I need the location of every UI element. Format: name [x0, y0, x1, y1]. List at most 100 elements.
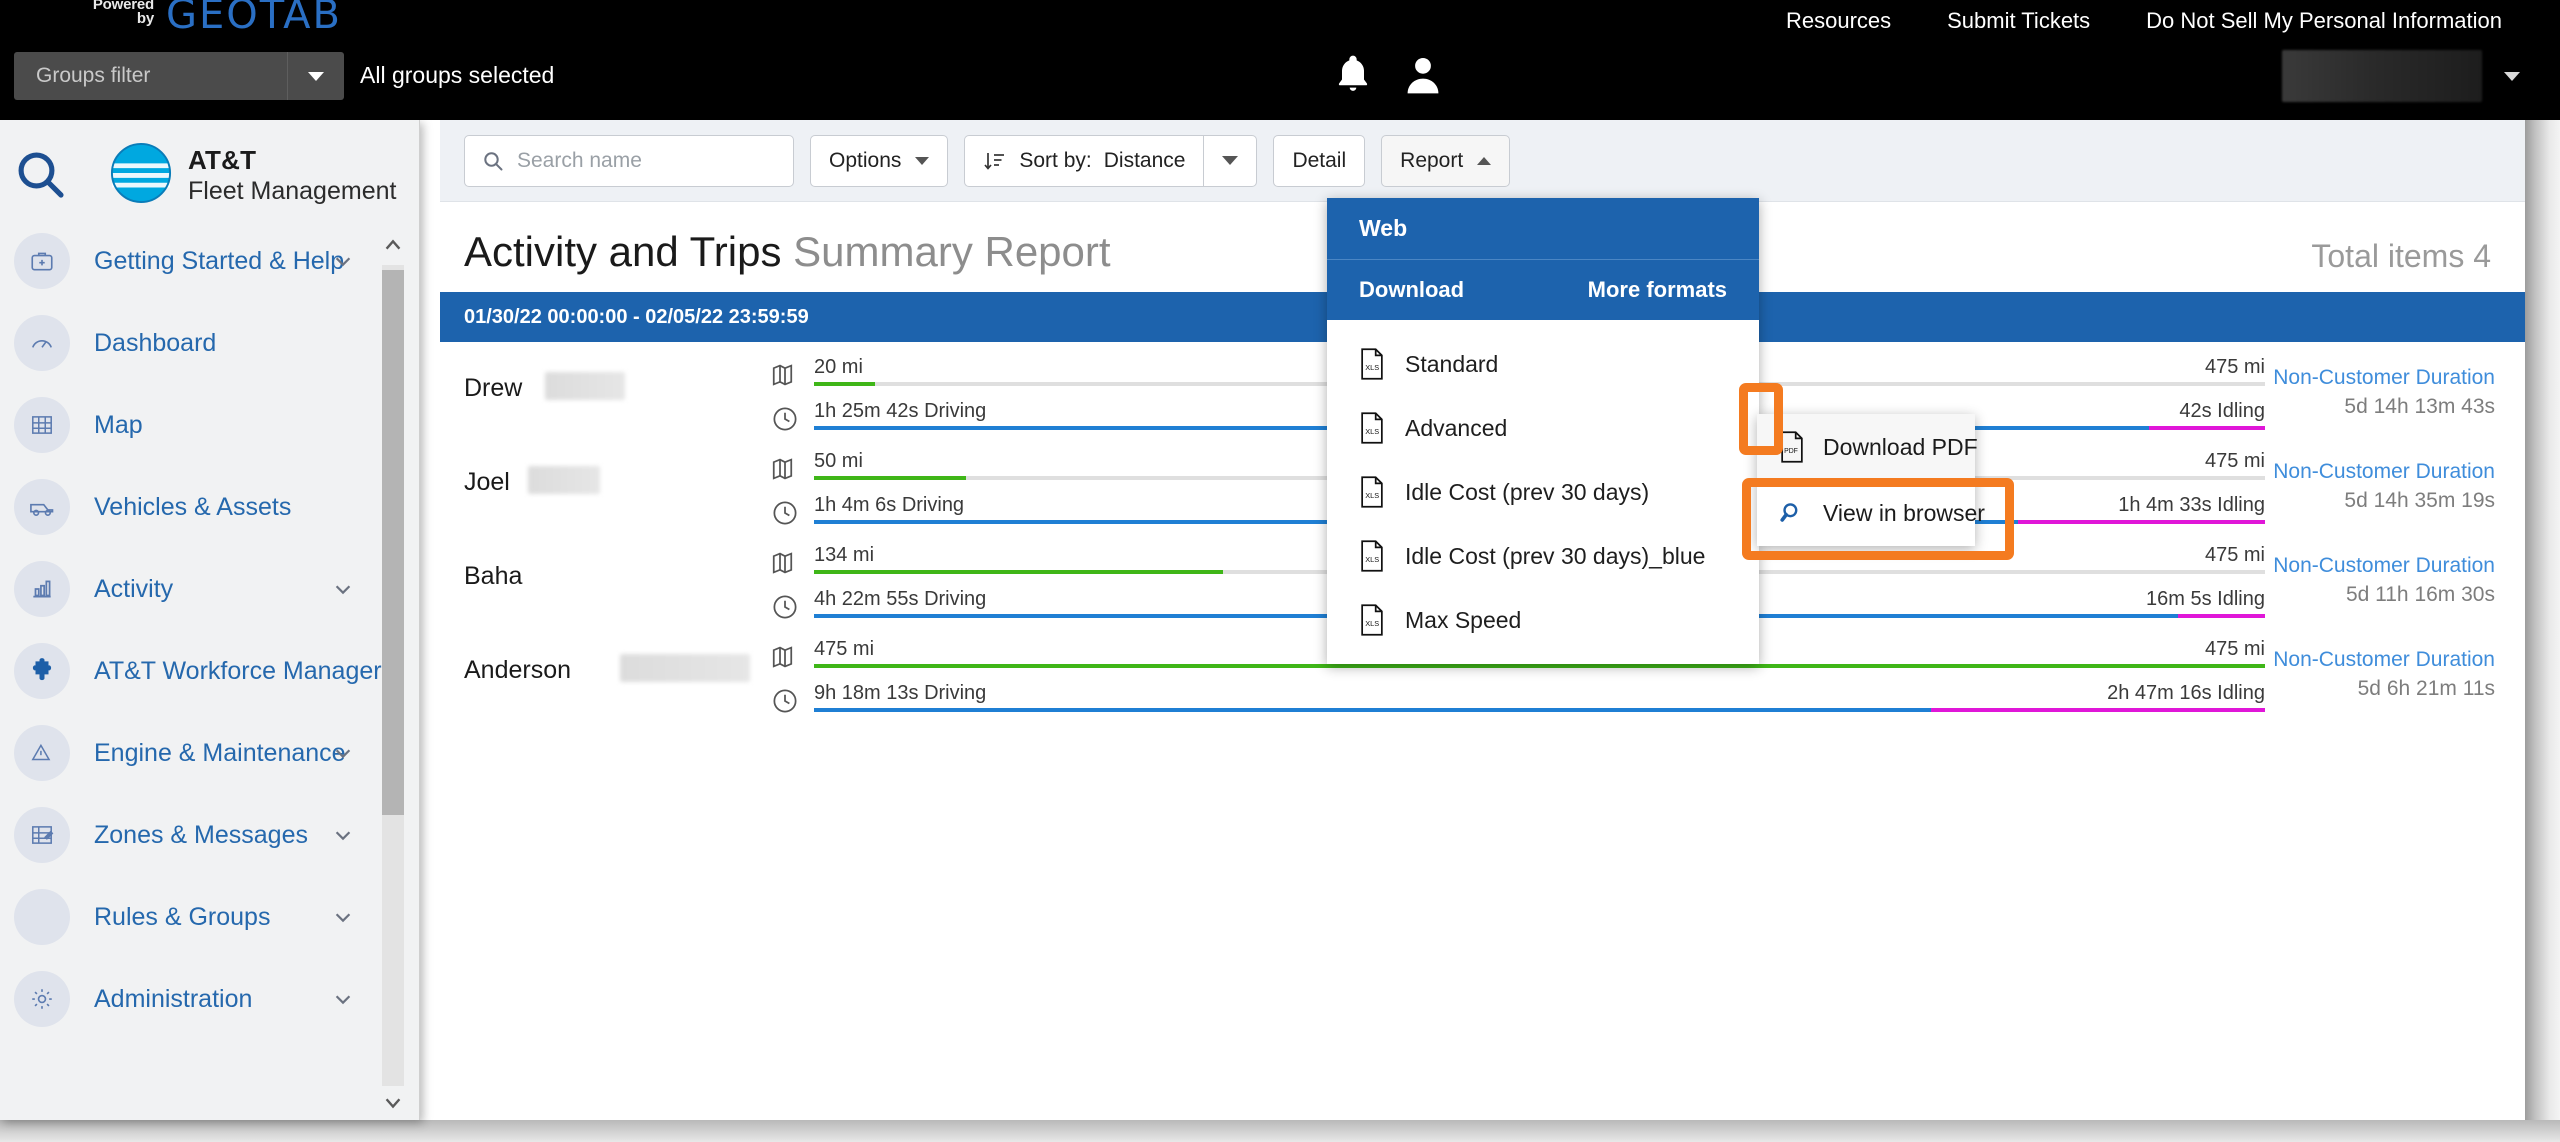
distance-max: 475 mi [2204, 356, 2265, 378]
driving-duration: 1h 4m 6s Driving [814, 494, 965, 516]
sidebar-item-label: Rules & Groups [94, 902, 271, 931]
global-top-bar: Powered by GEOTAB Groups filter All grou… [0, 0, 2560, 120]
sidebar-item-label: Engine & Maintenance [94, 738, 346, 767]
distance-value: 475 mi [814, 638, 875, 660]
idling-duration: 16m 5s Idling [2146, 588, 2265, 610]
scroll-down-chevron-icon[interactable] [382, 1090, 404, 1114]
non-customer-duration-value: 5d 11h 16m 30s [2345, 583, 2495, 606]
vehicle-icon [14, 479, 70, 535]
xls-file-icon: XLS [1359, 476, 1385, 508]
sidebar-item-engine-maintenance[interactable]: Engine & Maintenance [0, 725, 406, 781]
total-items-count: Total items 4 [2311, 238, 2491, 274]
non-customer-duration-value: 5d 14h 13m 43s [2344, 395, 2495, 418]
report-menu-item-standard[interactable]: XLS Standard [1327, 342, 1759, 386]
options-button[interactable]: Options [810, 134, 949, 187]
non-customer-duration-value: 5d 14h 35m 19s [2344, 489, 2495, 512]
non-customer-duration-block: Non-Customer Duration 5d 14h 13m 43s [2273, 366, 2495, 419]
distance-fill [814, 664, 2265, 668]
sidebar-scrollbar[interactable] [378, 225, 406, 1120]
sidebar-item-label: Activity [94, 574, 174, 603]
app-root: Powered by GEOTAB Groups filter All grou… [0, 0, 2560, 1142]
gear-icon [14, 971, 70, 1027]
sidebar-item-zones-messages[interactable]: Zones & Messages [0, 807, 406, 863]
map-icon [770, 548, 800, 578]
nav-link-do-not-sell[interactable]: Do Not Sell My Personal Information [2118, 8, 2530, 34]
page-scrollbar[interactable] [2525, 120, 2560, 1142]
row-name: Baha [464, 562, 523, 590]
report-menu-item-label: Idle Cost (prev 30 days) [1405, 478, 1650, 505]
user-menu-chevron-down-icon[interactable] [2504, 72, 2520, 81]
att-brand-line2: Fleet Management [188, 177, 397, 205]
top-nav-links: Resources Submit Tickets Do Not Sell My … [1758, 8, 2530, 34]
distance-value: 20 mi [814, 356, 863, 378]
search-input[interactable] [517, 148, 757, 173]
sort-by-dropdown-toggle[interactable] [1203, 134, 1258, 187]
chevron-down-icon[interactable] [332, 906, 354, 928]
sidebar-item-rules-groups[interactable]: Rules & Groups [0, 889, 406, 945]
groups-filter-caret[interactable] [288, 71, 344, 81]
att-brand-text: AT&T Fleet Management [188, 145, 396, 206]
driving-duration: 9h 18m 13s Driving [814, 682, 987, 704]
report-menu-item-label: Max Speed [1405, 606, 1522, 633]
svg-text:XLS: XLS [1365, 555, 1379, 564]
sidebar-item-dashboard[interactable]: Dashboard [0, 315, 406, 371]
svg-text:XLS: XLS [1365, 619, 1379, 628]
report-menu-item-idle-cost[interactable]: XLS Idle Cost (prev 30 days) [1327, 470, 1759, 514]
puzzle-piece-icon [14, 643, 70, 699]
report-button[interactable]: Report [1381, 134, 1511, 187]
report-menu-item-label: Idle Cost (prev 30 days)_blue [1405, 542, 1706, 569]
scroll-up-chevron-icon[interactable] [382, 233, 404, 257]
nav-link-resources[interactable]: Resources [1758, 8, 1919, 34]
clock-icon [770, 404, 800, 434]
search-icon[interactable] [12, 146, 68, 202]
sidebar-item-label: Map [94, 410, 143, 439]
sidebar-scroll-thumb[interactable] [382, 270, 404, 815]
xls-file-icon: XLS [1359, 348, 1385, 380]
sidebar-item-administration[interactable]: Administration [0, 971, 406, 1027]
report-menu-item-label: Standard [1405, 350, 1499, 377]
sidebar-item-vehicles-assets[interactable]: Vehicles & Assets [0, 479, 406, 535]
map-grid-icon [14, 397, 70, 453]
by-word: by [136, 10, 154, 27]
nav-link-submit-tickets[interactable]: Submit Tickets [1919, 8, 2118, 34]
menu-spacer [1327, 320, 1759, 342]
sidebar-item-activity[interactable]: Activity [0, 561, 406, 617]
more-formats-link[interactable]: More formats [1588, 277, 1727, 303]
report-menu-item-advanced[interactable]: XLS Advanced [1327, 406, 1759, 450]
map-icon [770, 642, 800, 672]
user-name-redacted [2282, 50, 2482, 102]
report-menu-item-idle-cost-blue[interactable]: XLS Idle Cost (prev 30 days)_blue [1327, 534, 1759, 578]
submenu-item-label: View in browser [1823, 499, 1985, 526]
sidebar-item-att-workforce-manager[interactable]: AT&T Workforce Manager [0, 643, 406, 699]
submenu-item-download-pdf[interactable]: PDF Download PDF [1757, 414, 1978, 480]
submenu-item-label: Download PDF [1823, 433, 1978, 460]
submenu-item-view-in-browser[interactable]: View in browser [1757, 480, 1985, 546]
chevron-down-icon[interactable] [332, 578, 354, 600]
non-customer-duration-label: Non-Customer Duration [2273, 648, 2495, 671]
sidebar-item-getting-started-help[interactable]: Getting Started & Help [0, 233, 406, 289]
page-title-light: Summary Report [793, 228, 1111, 275]
sidebar-item-map[interactable]: Map [0, 397, 406, 453]
sidebar-item-label: Administration [94, 984, 253, 1013]
user-avatar-icon[interactable] [1401, 52, 1445, 98]
report-menu-download-header: Download More formats [1327, 260, 1759, 320]
chevron-down-icon[interactable] [332, 824, 354, 846]
report-menu-item-label: Advanced [1405, 414, 1508, 441]
notification-bell-icon[interactable] [1331, 50, 1375, 98]
date-range-text: 01/30/22 00:00:00 - 02/05/22 23:59:59 [464, 305, 809, 328]
row-name: Drew [464, 374, 523, 402]
sort-by-control[interactable]: Sort by: Distance [964, 134, 1258, 187]
search-input-wrapper[interactable] [464, 134, 794, 187]
report-menu-web-option[interactable]: Web [1327, 198, 1759, 260]
chevron-down-icon[interactable] [332, 742, 354, 764]
chevron-down-icon[interactable] [332, 988, 354, 1010]
sort-descending-icon [983, 149, 1007, 173]
sort-by-button[interactable]: Sort by: Distance [964, 134, 1204, 187]
idling-fill [2018, 520, 2265, 524]
detail-button[interactable]: Detail [1273, 134, 1366, 187]
chevron-down-icon[interactable] [332, 250, 354, 272]
groups-filter-dropdown[interactable]: Groups filter [14, 52, 344, 100]
report-menu-item-max-speed[interactable]: XLS Max Speed [1327, 598, 1759, 642]
time-track [814, 708, 2265, 712]
distance-value: 134 mi [814, 544, 875, 566]
